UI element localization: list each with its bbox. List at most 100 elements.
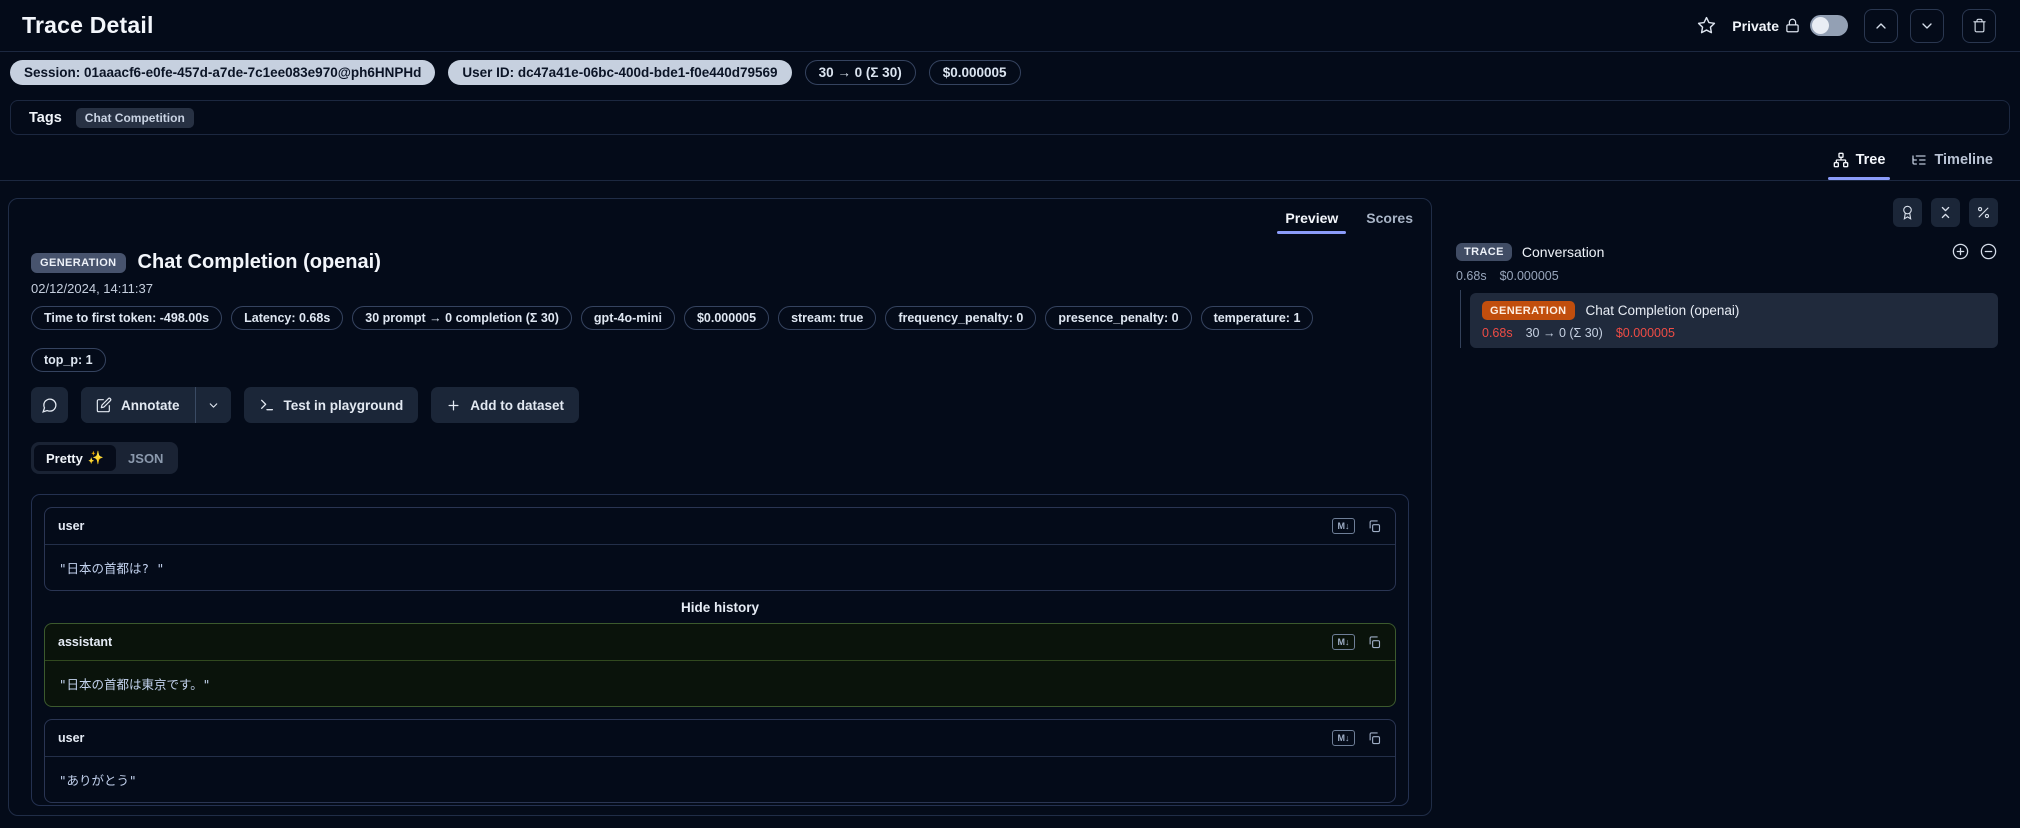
generation-node-metrics: 0.68s 30 → 0 (Σ 30) $0.000005: [1482, 326, 1986, 340]
copy-icon[interactable]: [1367, 731, 1382, 746]
generation-cost: $0.000005: [1615, 326, 1675, 340]
annotate-split-button: Annotate: [81, 387, 231, 423]
collapse-all-button[interactable]: [1931, 198, 1960, 227]
message-role: user: [58, 519, 85, 533]
format-toggle: Pretty ✨ JSON: [31, 442, 179, 474]
terminal-icon: [260, 399, 273, 411]
observation-title-row: GENERATION Chat Completion (openai): [31, 251, 1431, 274]
trace-cost: $0.000005: [1499, 269, 1559, 283]
session-badge[interactable]: Session: 01aaacf6-e0fe-457d-a7de-7c1ee08…: [10, 60, 436, 85]
trace-tree-sidebar: TRACE Conversation 0.68s $0.000005 GENER…: [1440, 198, 1998, 348]
sparkles-icon: ✨: [87, 450, 105, 465]
tab-scores-label: Scores: [1366, 209, 1413, 226]
annotate-label: Annotate: [121, 397, 180, 413]
trace-latency: 0.68s: [1456, 269, 1487, 283]
hide-history-toggle[interactable]: Hide history: [44, 591, 1396, 623]
tab-timeline[interactable]: Timeline: [1898, 140, 2006, 180]
privacy-control: Private: [1732, 15, 1852, 36]
tags-label: Tags: [29, 109, 62, 126]
generation-type-badge: GENERATION: [31, 252, 126, 273]
copy-icon[interactable]: [1367, 635, 1382, 650]
annotate-dropdown-button[interactable]: [194, 387, 231, 423]
tag-chip[interactable]: Chat Competition: [75, 107, 194, 128]
generation-tokens: 30 → 0 (Σ 30): [1525, 326, 1603, 340]
message-role: user: [58, 731, 85, 745]
trace-type-badge: TRACE: [1456, 242, 1512, 261]
top-p-badge: top_p: 1: [31, 348, 106, 372]
plus-icon: [448, 400, 459, 410]
markdown-toggle-icon[interactable]: [1332, 518, 1355, 534]
obs-cost-badge: $0.000005: [683, 306, 770, 330]
observation-badges: Time to first token: -498.00s Latency: 0…: [31, 306, 1409, 372]
observation-timestamp: 02/12/2024, 14:11:37: [31, 281, 153, 296]
format-pretty[interactable]: Pretty ✨: [34, 445, 117, 471]
panel-tabs: Preview Scores: [1271, 199, 1427, 236]
pretty-label: Pretty: [46, 450, 83, 466]
tree-children: GENERATION Chat Completion (openai) 0.68…: [1440, 290, 1998, 348]
message-content: "日本の首都は東京です。": [59, 677, 211, 692]
presence-penalty-badge: presence_penalty: 0: [1045, 306, 1192, 330]
expand-node-button[interactable]: [1951, 242, 1970, 261]
playground-label: Test in playground: [283, 397, 404, 413]
prev-trace-button[interactable]: [1864, 8, 1898, 43]
pencil-square-icon: [96, 397, 112, 413]
chevron-down-icon: [1922, 22, 1932, 29]
percent-icon: [1977, 206, 1990, 219]
markdown-toggle-icon[interactable]: [1332, 634, 1355, 650]
bookmark-star-icon[interactable]: [1697, 16, 1716, 35]
message-assistant: assistant "日本の首都は東京です。": [44, 623, 1396, 707]
tab-preview[interactable]: Preview: [1271, 199, 1352, 236]
meta-badges-row: Session: 01aaacf6-e0fe-457d-a7de-7c1ee08…: [10, 60, 2010, 85]
tab-tree-label: Tree: [1855, 152, 1886, 168]
tree-icon: [1833, 152, 1848, 168]
trace-root-row[interactable]: TRACE Conversation: [1440, 242, 1998, 261]
tab-tree[interactable]: Tree: [1820, 140, 1899, 180]
observation-title: Chat Completion (openai): [137, 251, 381, 273]
observation-actions: Annotate Test in playground Add to datas…: [31, 387, 1431, 423]
temperature-badge: temperature: 1: [1200, 306, 1314, 330]
award-icon: [1903, 205, 1912, 220]
tree-controls: [1440, 198, 1998, 227]
chevron-down-icon: [209, 402, 217, 408]
comments-button[interactable]: [31, 387, 68, 423]
chevron-up-icon: [1876, 22, 1886, 29]
annotate-button[interactable]: Annotate: [81, 387, 195, 423]
latency-badge: Latency: 0.68s: [231, 306, 344, 330]
toggle-knob: [1812, 17, 1829, 34]
tab-preview-label: Preview: [1285, 209, 1339, 226]
ttft-badge: Time to first token: -498.00s: [31, 306, 223, 330]
message-header: user: [45, 508, 1395, 545]
add-to-dataset-label: Add to dataset: [470, 397, 565, 413]
tags-section: Tags Chat Competition: [10, 100, 2010, 135]
message-header: user: [45, 720, 1395, 757]
message-role: assistant: [58, 635, 113, 649]
timeline-icon: [1912, 155, 1927, 165]
copy-icon[interactable]: [1367, 519, 1382, 534]
user-id-badge[interactable]: User ID: dc47a41e-06bc-400d-bde1-f0e440d…: [448, 60, 792, 85]
collapse-node-button[interactable]: [1979, 242, 1998, 261]
message-user-1: user "日本の首都は? ": [44, 507, 1396, 591]
add-to-dataset-button[interactable]: Add to dataset: [431, 387, 580, 423]
markdown-toggle-icon[interactable]: [1332, 730, 1355, 746]
next-trace-button[interactable]: [1910, 8, 1944, 43]
show-metrics-button[interactable]: [1969, 198, 1998, 227]
page-title: Trace Detail: [22, 12, 154, 38]
minus-circle-icon: [1980, 243, 1997, 260]
model-badge: gpt-4o-mini: [580, 306, 675, 330]
playground-button[interactable]: Test in playground: [243, 387, 419, 423]
trace-metrics: 0.68s $0.000005: [1440, 269, 1998, 283]
token-usage-badge: 30 → 0 (Σ 30): [804, 60, 916, 85]
generation-node-title: Chat Completion (openai): [1585, 303, 1740, 318]
plus-circle-icon: [1952, 243, 1969, 260]
public-toggle[interactable]: [1810, 15, 1848, 36]
delete-trace-button[interactable]: [1962, 8, 1996, 43]
format-json[interactable]: JSON: [116, 445, 175, 471]
message-user-2: user "ありがとう": [44, 719, 1396, 803]
top-bar: Trace Detail Private: [0, 0, 2020, 52]
show-scores-button[interactable]: [1893, 198, 1922, 227]
prompt-completion-badge: 30 prompt → 0 completion (Σ 30): [352, 306, 572, 330]
tab-scores[interactable]: Scores: [1352, 199, 1427, 236]
stream-badge: stream: true: [778, 306, 877, 330]
message-content: "ありがとう": [59, 773, 137, 788]
generation-node-selected[interactable]: GENERATION Chat Completion (openai) 0.68…: [1470, 293, 1998, 348]
